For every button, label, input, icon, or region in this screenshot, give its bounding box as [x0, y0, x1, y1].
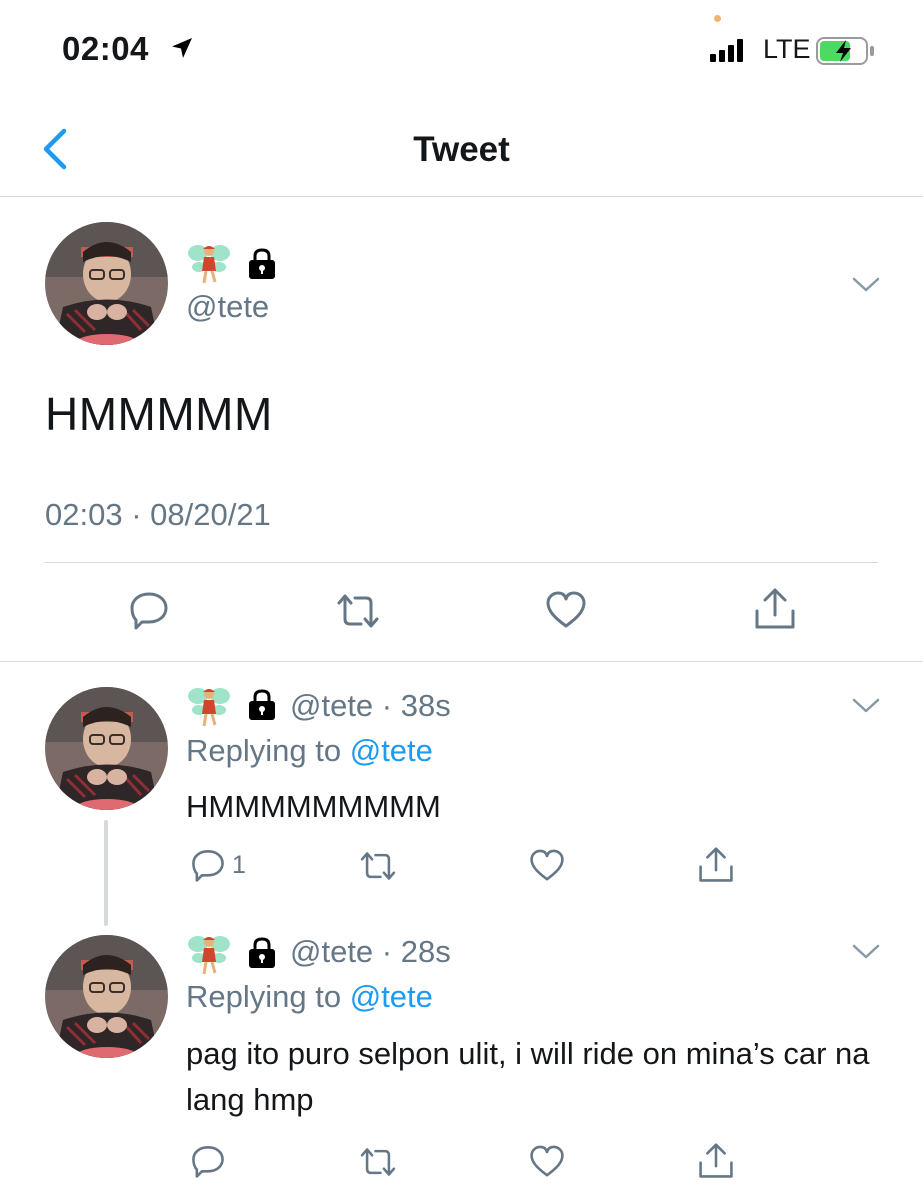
reply-handle[interactable]: @tete: [290, 934, 373, 969]
reply-icon: [192, 1146, 224, 1178]
share-button[interactable]: [698, 846, 734, 884]
reply-count: 1: [232, 850, 246, 879]
heart-icon: [546, 591, 586, 628]
reply-button[interactable]: 1: [190, 847, 246, 883]
location-arrow-icon: [172, 38, 192, 58]
retweet-button[interactable]: [333, 591, 383, 631]
retweet-icon: [360, 852, 396, 880]
avatar[interactable]: [45, 222, 168, 345]
network-type: LTE: [763, 34, 811, 64]
reply-tweet: @tete · 28s Replying to @tete pag ito pu…: [0, 910, 923, 1200]
navigation-bar: Tweet: [0, 100, 923, 197]
reply-handle[interactable]: @tete: [290, 688, 373, 723]
replying-to: Replying to @tete: [186, 733, 433, 769]
reply-button[interactable]: [128, 589, 170, 631]
reply-meta: @tete · 28s: [290, 934, 451, 970]
share-icon: [755, 588, 795, 629]
reply-meta: @tete · 38s: [290, 688, 451, 724]
avatar[interactable]: [45, 687, 168, 810]
retweet-button[interactable]: [357, 849, 399, 883]
reply-icon: [130, 592, 168, 630]
battery-charging-icon: [816, 37, 874, 65]
avatar-image: [45, 687, 168, 810]
fairy-icon: [188, 688, 230, 727]
heart-icon: [530, 849, 564, 881]
share-button[interactable]: [754, 587, 796, 631]
tweet-text: HMMMMM: [45, 388, 273, 440]
tweet-timestamp: 02:03 · 08/20/21: [45, 497, 271, 532]
status-time: 02:04: [62, 30, 149, 67]
separator-dot: ·: [373, 688, 401, 723]
reply-tweet: @tete · 38s Replying to @tete HMMMMMMMMM…: [0, 662, 923, 932]
chevron-down-icon: [852, 698, 880, 713]
retweet-icon: [360, 1148, 396, 1176]
replying-to-label: Replying to: [186, 733, 350, 768]
main-tweet: @tete HMMMMM 02:03 · 08/20/21: [0, 197, 923, 662]
privacy-indicator-dot: [714, 15, 721, 22]
lock-icon: [249, 248, 275, 279]
like-button[interactable]: [529, 849, 565, 882]
fairy-icon: [188, 936, 230, 975]
status-bar: 02:04 LTE: [0, 0, 923, 100]
mention-link[interactable]: @tete: [350, 733, 433, 768]
chevron-down-icon: [852, 944, 880, 959]
separator-dot: ·: [373, 934, 401, 969]
divider: [45, 562, 878, 563]
replying-to-label: Replying to: [186, 979, 350, 1014]
reply-text: pag ito puro selpon ulit, i will ride on…: [186, 1036, 870, 1117]
heart-icon: [530, 1145, 564, 1177]
reply-button[interactable]: [190, 1143, 232, 1179]
like-button[interactable]: [529, 1145, 565, 1178]
share-icon: [699, 847, 733, 882]
like-button[interactable]: [545, 591, 587, 629]
fairy-icon: [188, 245, 230, 284]
page-title: Tweet: [413, 130, 510, 169]
lock-icon: [249, 689, 275, 720]
cellular-signal-icon: [710, 38, 743, 62]
replying-to: Replying to @tete: [186, 979, 433, 1015]
reply-age: 28s: [400, 934, 451, 969]
avatar-image: [45, 935, 168, 1058]
tweet-options-button[interactable]: [852, 943, 880, 966]
tweet-options-button[interactable]: [852, 276, 880, 299]
share-icon: [699, 1143, 733, 1178]
tweet-handle[interactable]: @tete: [186, 289, 269, 325]
avatar-image: [45, 222, 168, 345]
share-button[interactable]: [698, 1142, 734, 1180]
avatar[interactable]: [45, 935, 168, 1058]
reply-text: HMMMMMMMMM: [186, 789, 441, 824]
reply-age: 38s: [400, 688, 451, 723]
chevron-down-icon: [852, 277, 880, 292]
mention-link[interactable]: @tete: [350, 979, 433, 1014]
tweet-options-button[interactable]: [852, 697, 880, 720]
retweet-button[interactable]: [357, 1145, 399, 1179]
retweet-icon: [337, 594, 379, 628]
lock-icon: [249, 937, 275, 968]
reply-icon: [192, 850, 224, 882]
